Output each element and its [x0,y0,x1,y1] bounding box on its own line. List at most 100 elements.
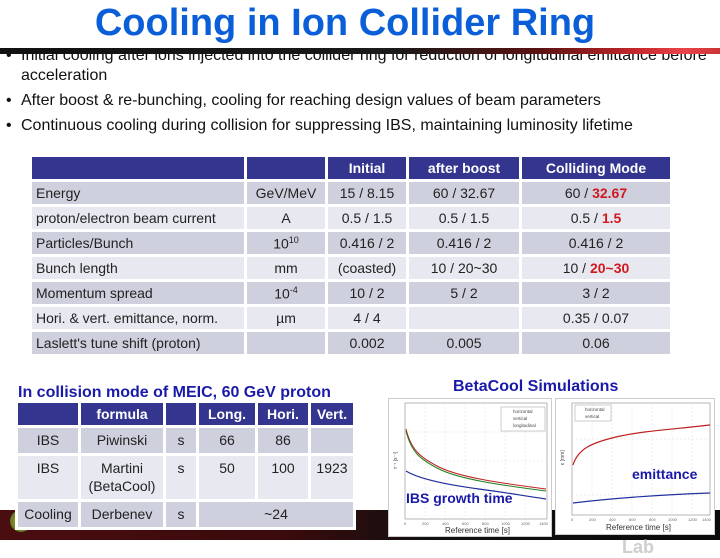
x-tick: 800 [482,521,489,526]
cell-after-boost: 10 / 20~30 [409,257,519,279]
x-axis-label: Reference time [s] [445,526,510,535]
cell-type: IBS [18,456,78,499]
ibs-growth-svg: horizontal vertical longitudinal Referen… [393,402,549,535]
unit-exponent: -4 [289,284,298,295]
x-tick: 600 [462,521,469,526]
unit-exponent: 10 [288,234,299,245]
row-unit: 10-4 [247,282,325,304]
table-row: Laslett's tune shift (proton) 0.002 0.00… [32,332,670,354]
cell-after-boost [409,307,519,329]
colliding-highlight: 1.5 [601,210,622,226]
ibs-growth-plot: horizontal vertical longitudinal Referen… [388,398,552,537]
x-tick: 800 [649,517,656,522]
cell-initial: 0.416 / 2 [328,232,406,254]
row-unit: 1010 [247,232,325,254]
table-row: Energy GeV/MeV 15 / 8.15 60 / 32.67 60 /… [32,182,670,204]
cell-unit: s [166,428,196,453]
cell-after-boost: 60 / 32.67 [409,182,519,204]
header-cell [18,403,78,425]
cell-hori: 100 [258,456,308,499]
colliding-value: 0.5 / [570,210,602,226]
bullet-marker: • [6,117,12,134]
x-tick: 1000 [668,517,678,522]
formula-source: (BetaCool) [88,478,156,494]
x-tick: 1400 [702,517,712,522]
table-row: IBS Piwinski s 66 86 [18,428,353,453]
row-unit: mm [247,257,325,279]
colliding-highlight: 20~30 [589,260,630,276]
header-cell: Initial [328,157,406,179]
cell-formula: Piwinski [81,428,163,453]
header-cell: formula [81,403,163,425]
cell-initial: 10 / 2 [328,282,406,304]
x-tick: 0 [404,521,407,526]
x-tick: 600 [629,517,636,522]
table-row: Cooling Derbenev s ~24 [18,502,353,527]
bullet-text: Continuous cooling during collision for … [21,117,633,134]
header-cell [166,403,196,425]
x-tick: 200 [589,517,596,522]
x-tick-labels: 0 200 400 600 800 1000 1200 1400 [571,517,712,522]
legend-label: horizontal [585,407,605,412]
header-cell [247,157,325,179]
x-tick: 1200 [688,517,698,522]
cell-hori: 86 [258,428,308,453]
x-tick: 400 [609,517,616,522]
cell-formula: Martini (BetaCool) [81,456,163,499]
table-header-row: Initial after boost Colliding Mode [32,157,670,179]
unit-base: 10 [274,285,290,302]
cell-initial: 15 / 8.15 [328,182,406,204]
header-cell: Colliding Mode [522,157,670,179]
x-tick: 400 [442,521,449,526]
row-label: Momentum spread [32,282,244,304]
bullet-item: • After boost & re-bunching, cooling for… [6,91,720,111]
cell-long: 66 [199,428,255,453]
header-cell: Long. [199,403,255,425]
cell-after-boost: 5 / 2 [409,282,519,304]
table-row: Particles/Bunch 1010 0.416 / 2 0.416 / 2… [32,232,670,254]
x-tick: 1200 [521,521,531,526]
slide-title: Cooling in Ion Collider Ring [94,2,596,44]
cell-colliding: 0.5 / 1.5 [522,207,670,229]
row-unit [247,332,325,354]
colliding-highlight: 32.67 [592,185,628,201]
cell-unit: s [166,502,196,527]
table-header-row: formula Long. Hori. Vert. [18,403,353,425]
table-row: Momentum spread 10-4 10 / 2 5 / 2 3 / 2 [32,282,670,304]
cell-colliding: 0.416 / 2 [522,232,670,254]
bullet-marker: • [6,92,12,109]
cell-after-boost: 0.005 [409,332,519,354]
header-cell: Hori. [258,403,308,425]
cell-colliding: 10 / 20~30 [522,257,670,279]
x-tick: 1000 [501,521,511,526]
cell-initial: 0.002 [328,332,406,354]
cell-colliding: 0.35 / 0.07 [522,307,670,329]
unit-base: 10 [273,235,289,252]
simulations-title: BetaCool Simulations [453,378,619,395]
colliding-value: 10 / [562,260,590,276]
row-label: Hori. & vert. emittance, norm. [32,307,244,329]
x-tick: 1400 [539,521,549,526]
cell-after-boost: 0.416 / 2 [409,232,519,254]
cell-vert: 1923 [311,456,353,499]
cell-colliding: 3 / 2 [522,282,670,304]
bullet-text: After boost & re-bunching, cooling for r… [21,92,601,109]
bullet-item: • Continuous cooling during collision fo… [6,116,720,136]
header-cell: after boost [409,157,519,179]
colliding-value: 0.35 / 0.07 [562,310,630,326]
row-unit: GeV/MeV [247,182,325,204]
row-unit: A [247,207,325,229]
cell-unit: s [166,456,196,499]
cell-vert [311,428,353,453]
legend-label: longitudinal [513,423,536,428]
x-tick: 0 [571,517,574,522]
legend-label: horizontal [513,409,533,414]
cell-colliding: 60 / 32.67 [522,182,670,204]
row-label: Particles/Bunch [32,232,244,254]
title-divider-overlay [0,48,720,54]
cell-combined: ~24 [199,502,353,527]
collision-timescales-table: formula Long. Hori. Vert. IBS Piwinski s… [15,400,356,530]
cell-long: 50 [199,456,255,499]
colliding-value: 3 / 2 [582,285,610,301]
x-tick: 200 [422,521,429,526]
